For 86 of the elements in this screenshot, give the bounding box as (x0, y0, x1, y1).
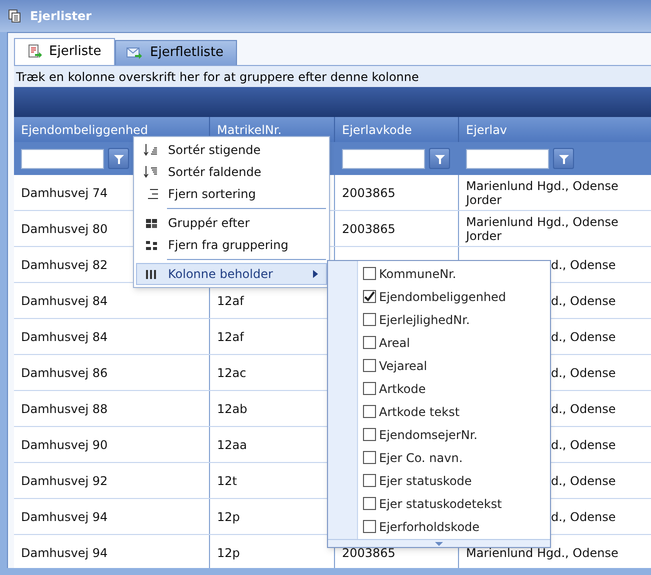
table-cell: d., Odense (551, 330, 616, 344)
column-option[interactable]: Areal (328, 331, 550, 354)
sort-descending-icon (144, 165, 158, 179)
menu-item[interactable]: Fjern fra gruppering (136, 234, 327, 256)
table-cell: Damhusvej 92 (21, 474, 108, 488)
checkbox[interactable] (363, 428, 376, 441)
table-cell: Damhusvej 74 (21, 186, 108, 200)
windows-icon (8, 9, 22, 23)
funnel-icon (434, 154, 444, 164)
table-cell: 12ac (217, 366, 246, 380)
table-cell: Damhusvej 88 (21, 402, 108, 416)
checkbox[interactable] (363, 359, 376, 372)
checkbox[interactable] (363, 290, 376, 303)
down-arrow-icon (435, 542, 443, 546)
table-cell-text: Marienlund Hgd., Odense Jorder (466, 178, 620, 206)
scattered-squares-icon (144, 238, 158, 252)
tab[interactable]: Ejerliste (14, 38, 115, 65)
menu-item[interactable]: Kolonne beholder (136, 263, 327, 285)
table-cell: 2003865 (342, 186, 396, 200)
table-cell-text: Marienlund Hgd., Odense Jorder (466, 214, 620, 242)
column-option[interactable]: Artkode (328, 377, 550, 400)
column-option[interactable]: Ejer statuskode (328, 469, 550, 492)
table-cell: 12af (217, 330, 244, 344)
table-cell: d., Odense (551, 294, 616, 308)
table-cell: Damhusvej 90 (21, 438, 108, 452)
filter-button[interactable] (108, 148, 129, 169)
table-cell: d., Odense (551, 366, 616, 380)
table-cell: Damhusvej 84 (21, 294, 108, 308)
table-cell: 12af (217, 294, 244, 308)
funnel-icon (114, 154, 124, 164)
columns-icon (144, 267, 158, 281)
group-panel: Træk en kolonne overskrift her for at gruppere efter denne kolonne (14, 65, 651, 87)
filter-field[interactable] (342, 148, 425, 168)
table-cell: d., Odense (551, 474, 616, 488)
checkbox[interactable] (363, 520, 376, 533)
table-cell: d., Odense (551, 402, 616, 416)
menu-item[interactable]: Sortér faldende (136, 161, 327, 183)
checkbox[interactable] (363, 451, 376, 464)
table-cell: 12aa (217, 438, 247, 452)
table-cell: d., Odense (551, 438, 616, 452)
table-cell: Damhusvej 84 (21, 330, 108, 344)
checkbox[interactable] (363, 336, 376, 349)
checkbox[interactable] (363, 267, 376, 280)
grid-icon (144, 216, 158, 230)
check-icon (364, 291, 375, 302)
table-cell: Damhusvej 94 (21, 546, 108, 560)
tab[interactable]: Ejerfletliste (115, 40, 237, 65)
column-option[interactable]: Vejareal (328, 354, 550, 377)
column-option[interactable]: EjerlejlighedNr. (328, 308, 550, 331)
window-title: Ejerlister (30, 8, 92, 25)
table-cell: d., Odense (551, 258, 616, 272)
table-cell: d., Odense (551, 510, 616, 524)
table-cell: 12p (217, 546, 240, 560)
filter-field[interactable] (21, 148, 104, 168)
column-option[interactable]: KommuneNr. (328, 262, 550, 285)
table-cell: 2003865 (342, 222, 396, 236)
filter-field[interactable] (466, 148, 549, 168)
column-option[interactable]: Ejer Co. navn. (328, 446, 550, 469)
table-cell: 2003865 (342, 546, 396, 560)
table-cell: 12ab (217, 402, 248, 416)
menu-item[interactable]: Gruppér efter (136, 212, 327, 234)
table-cell: 12p (217, 510, 240, 524)
column-option[interactable]: Ejerforholdskode (328, 515, 550, 538)
column-option[interactable]: EjendomsejerNr. (328, 423, 550, 446)
menu-item[interactable]: Fjern sortering (136, 183, 327, 205)
table-cell: Damhusvej 86 (21, 366, 108, 380)
checkbox[interactable] (363, 382, 376, 395)
filter-button[interactable] (429, 148, 450, 169)
table-cell: Damhusvej 80 (21, 222, 108, 236)
table-cell: 12t (217, 474, 237, 488)
funnel-icon (558, 154, 568, 164)
column-option[interactable]: Ejendombeliggenhed (328, 285, 550, 308)
column-option[interactable]: Ejer statuskodetekst (328, 492, 550, 515)
checkbox[interactable] (363, 497, 376, 510)
sort-ascending-icon (144, 143, 158, 157)
column-option[interactable]: Artkode tekst (328, 400, 550, 423)
envelope-arrow-icon (126, 45, 144, 61)
table-cell: Damhusvej 82 (21, 258, 108, 272)
table-cell: Damhusvej 94 (21, 510, 108, 524)
checkbox[interactable] (363, 474, 376, 487)
checkbox[interactable] (363, 405, 376, 418)
table-cell: Marienlund Hgd., Odense (466, 546, 618, 560)
checkbox[interactable] (363, 313, 376, 326)
document-arrow-icon (27, 44, 43, 60)
filter-button[interactable] (553, 148, 574, 169)
menu-item[interactable]: Sortér stigende (136, 139, 327, 161)
